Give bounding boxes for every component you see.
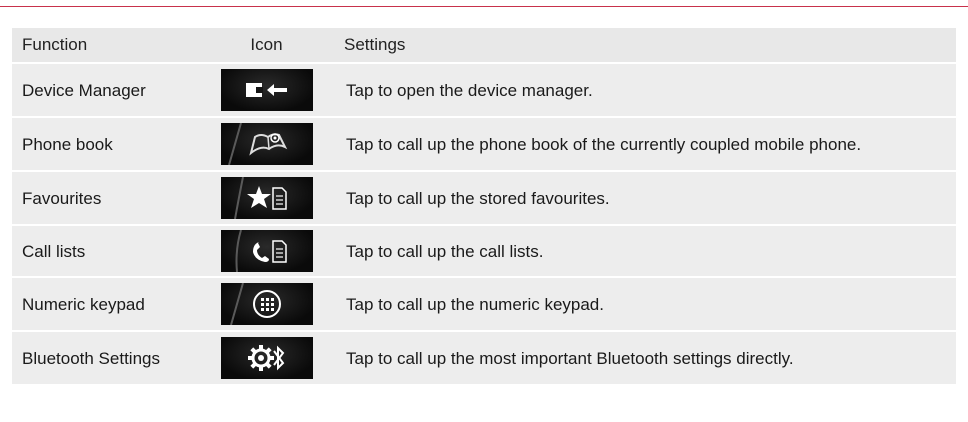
table-row: Numeric keypad Tap to call up the numeri… — [12, 276, 956, 331]
settings-description: Tap to call up the stored favourites. — [334, 170, 956, 225]
top-accent-rule — [0, 6, 968, 7]
phone-book-icon[interactable] — [220, 123, 313, 165]
header-settings: Settings — [334, 28, 956, 64]
numeric-keypad-icon[interactable] — [220, 283, 313, 325]
header-function: Function — [12, 28, 199, 64]
table-row: Phone book Tap to call up the phone book… — [12, 116, 956, 171]
settings-description: Tap to open the device manager. — [334, 62, 956, 117]
settings-description: Tap to call up the phone book of the cur… — [334, 116, 956, 171]
bluetooth-settings-icon[interactable] — [220, 337, 313, 379]
function-name: Numeric keypad — [12, 276, 199, 331]
function-table: Function Icon Settings Device Manager Ta… — [12, 28, 956, 384]
table-row: Device Manager Tap to open the device ma… — [12, 62, 956, 117]
function-name: Device Manager — [12, 62, 199, 117]
settings-description: Tap to call up the most important Blueto… — [334, 330, 956, 384]
settings-description: Tap to call up the numeric keypad. — [334, 276, 956, 331]
table-row: Favourites Tap to call up the stored fav… — [12, 170, 956, 225]
settings-description: Tap to call up the call lists. — [334, 224, 956, 277]
table-row: Call lists Tap to call up the call lists… — [12, 224, 956, 277]
header-icon: Icon — [199, 28, 334, 64]
function-name: Phone book — [12, 116, 199, 171]
function-name: Bluetooth Settings — [12, 330, 199, 384]
table-row: Bluetooth Settings Tap to call up the mo… — [12, 330, 956, 384]
favourites-star-icon[interactable] — [220, 177, 313, 219]
table-header-row: Function Icon Settings — [12, 28, 956, 64]
call-lists-icon[interactable] — [220, 230, 313, 272]
function-name: Call lists — [12, 224, 199, 277]
function-name: Favourites — [12, 170, 199, 225]
device-manager-icon[interactable] — [220, 69, 313, 111]
